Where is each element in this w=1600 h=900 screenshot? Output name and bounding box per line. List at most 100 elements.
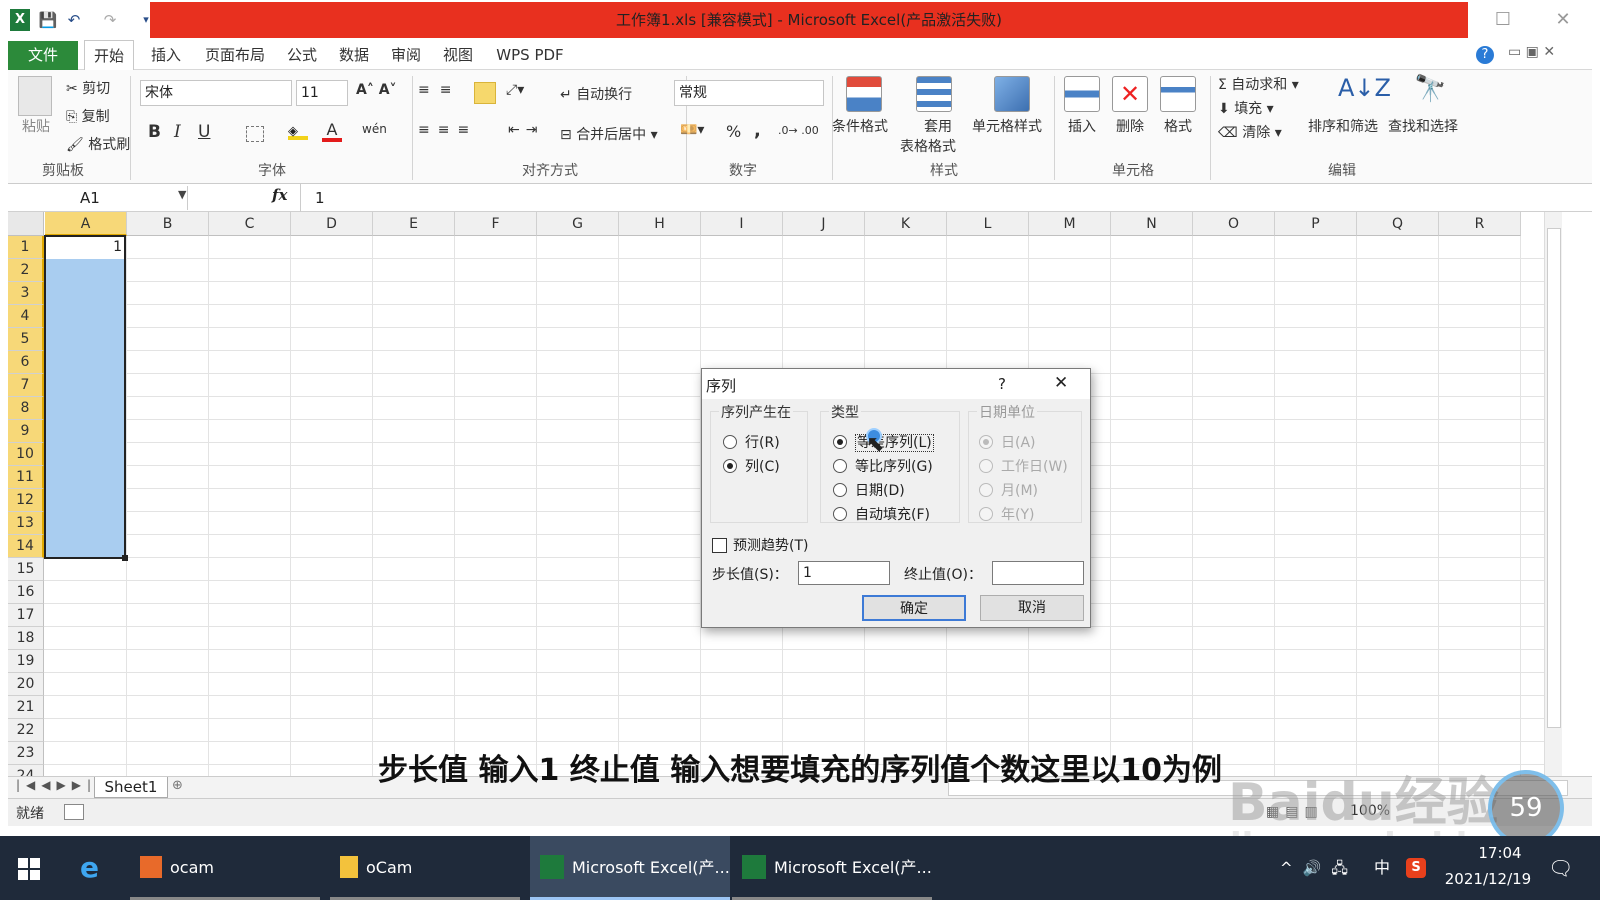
radio-weekday[interactable]: 工作日(W) (979, 456, 1068, 476)
sort-filter-button[interactable]: 排序和筛选 (1308, 116, 1378, 136)
italic-button[interactable]: I (174, 122, 181, 142)
underline-button[interactable]: U (198, 122, 210, 142)
table-format-label-2[interactable]: 表格格式 (900, 136, 956, 156)
cut-button[interactable]: ✂ 剪切 (66, 78, 110, 98)
column-header[interactable]: J (783, 212, 865, 236)
binoculars-icon[interactable]: 🔭 (1414, 74, 1446, 104)
tab-review[interactable]: 审阅 (384, 40, 428, 70)
column-header[interactable]: I (701, 212, 783, 236)
windows-start-icon[interactable] (18, 858, 40, 880)
close-window-icon[interactable]: ✕ (1548, 6, 1578, 34)
wrap-text-button[interactable]: ↵ 自动换行 (560, 84, 632, 104)
bold-button[interactable]: B (148, 122, 161, 142)
row-header[interactable]: 8 (8, 397, 44, 420)
tab-insert[interactable]: 插入 (142, 40, 190, 70)
row-header[interactable]: 21 (8, 696, 44, 719)
row-header[interactable]: 7 (8, 374, 44, 397)
autosum-button[interactable]: Σ 自动求和 ▾ (1218, 74, 1299, 94)
cancel-button[interactable]: 取消 (980, 595, 1084, 621)
cell-style-button[interactable]: 单元格样式 (972, 116, 1042, 136)
tab-page-layout[interactable]: 页面布局 (198, 40, 272, 70)
font-size-select[interactable]: 11 (296, 80, 348, 106)
column-header[interactable]: L (947, 212, 1029, 236)
notification-icon[interactable]: 🗨 (1548, 856, 1573, 880)
stop-input[interactable] (992, 561, 1084, 585)
dialog-help-icon[interactable]: ? (998, 375, 1006, 393)
column-header[interactable]: C (209, 212, 291, 236)
select-all-corner[interactable] (8, 212, 44, 236)
dialog-close-icon[interactable]: ✕ (1054, 373, 1068, 393)
taskbar-excel-2[interactable]: Microsoft Excel(产... (732, 836, 932, 900)
percent-button[interactable]: % (726, 122, 741, 141)
radio-autofill[interactable]: 自动填充(F) (833, 504, 930, 524)
row-header[interactable]: 5 (8, 328, 44, 351)
macro-record-icon[interactable] (64, 804, 84, 820)
font-name-select[interactable]: 宋体 (140, 80, 292, 106)
taskbar-ocam-1[interactable]: ocam (130, 836, 320, 900)
vertical-scroll-thumb[interactable] (1547, 228, 1561, 728)
redo-icon[interactable]: ↷ (100, 10, 120, 30)
conditional-format-icon[interactable] (846, 76, 882, 112)
row-header[interactable]: 10 (8, 443, 44, 466)
indent-icons[interactable]: ⇤⇥ (508, 122, 543, 138)
conditional-format-button[interactable]: 条件格式 (832, 116, 888, 136)
grow-font-icon[interactable]: A˄ A˅ (356, 82, 397, 98)
delete-cells-button[interactable]: 删除 (1116, 116, 1144, 136)
column-header[interactable]: O (1193, 212, 1275, 236)
orientation-icon[interactable]: ⤢▾ (506, 82, 524, 98)
find-select-button[interactable]: 查找和选择 (1388, 116, 1458, 136)
row-header[interactable]: 11 (8, 466, 44, 489)
merge-center-button[interactable]: ⊟ 合并后居中 ▾ (560, 124, 658, 144)
row-header[interactable]: 19 (8, 650, 44, 673)
row-header[interactable]: 2 (8, 259, 44, 282)
copy-button[interactable]: ⎘ 复制 (66, 106, 110, 126)
comma-button[interactable]: , (754, 120, 761, 141)
phonetic-icon[interactable]: wén (362, 122, 387, 136)
radio-growth[interactable]: 等比序列(G) (833, 456, 933, 476)
row-header[interactable]: 9 (8, 420, 44, 443)
number-format-select[interactable]: 常规 (674, 80, 824, 106)
taskbar-excel-1[interactable]: Microsoft Excel(产... (530, 836, 730, 900)
row-header[interactable]: 14 (8, 535, 44, 558)
paste-button[interactable]: 粘贴 (22, 116, 50, 136)
insert-cells-icon[interactable] (1064, 76, 1100, 112)
column-header[interactable]: Q (1357, 212, 1439, 236)
column-header[interactable]: H (619, 212, 701, 236)
border-icon[interactable] (246, 126, 264, 142)
radio-month[interactable]: 月(M) (979, 480, 1038, 500)
table-format-icon[interactable] (916, 76, 952, 112)
save-icon[interactable]: 💾 (38, 10, 58, 30)
fill-color-icon[interactable]: ◈ (288, 124, 308, 140)
edge-icon[interactable]: e (80, 836, 99, 900)
sort-filter-icon[interactable]: A↓Z (1338, 74, 1391, 102)
column-header[interactable]: E (373, 212, 455, 236)
bottom-align-icon[interactable] (474, 82, 496, 104)
ok-button[interactable]: 确定 (862, 595, 966, 621)
horizontal-align-icons[interactable]: ≡≡≡ (418, 122, 477, 138)
row-header[interactable]: 4 (8, 305, 44, 328)
tab-formulas[interactable]: 公式 (280, 40, 324, 70)
tray-icons[interactable]: ^🔊🖧 (1280, 836, 1358, 900)
cell-a1[interactable]: 1 (48, 236, 122, 259)
maximize-icon[interactable]: ☐ (1488, 6, 1518, 34)
column-header[interactable]: D (291, 212, 373, 236)
format-cells-button[interactable]: 格式 (1164, 116, 1192, 136)
insert-cells-button[interactable]: 插入 (1068, 116, 1096, 136)
row-header[interactable]: 16 (8, 581, 44, 604)
column-header[interactable]: N (1111, 212, 1193, 236)
radio-day[interactable]: 日(A) (979, 432, 1036, 452)
column-header[interactable]: F (455, 212, 537, 236)
step-input[interactable]: 1 (798, 561, 890, 585)
radio-date[interactable]: 日期(D) (833, 480, 905, 500)
tab-data[interactable]: 数据 (332, 40, 376, 70)
help-icon[interactable]: ? (1476, 46, 1494, 64)
row-header[interactable]: 20 (8, 673, 44, 696)
tab-view[interactable]: 视图 (436, 40, 480, 70)
name-box-dropdown-icon[interactable]: ▼ (178, 188, 186, 201)
format-painter-button[interactable]: 🖌 格式刷 (66, 134, 130, 154)
delete-cells-icon[interactable]: ✕ (1112, 76, 1148, 112)
undo-icon[interactable]: ↶ (64, 10, 84, 30)
row-header[interactable]: 12 (8, 489, 44, 512)
column-header[interactable]: K (865, 212, 947, 236)
vertical-scrollbar[interactable] (1544, 212, 1562, 776)
